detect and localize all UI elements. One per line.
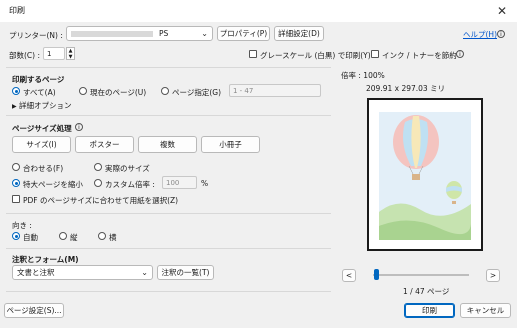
tab-poster[interactable]: ポスター (75, 136, 134, 153)
sizing-info-icon[interactable]: i (75, 123, 83, 131)
copies-input[interactable]: 1 (43, 47, 65, 60)
pdf-paper-checkbox[interactable] (12, 195, 20, 203)
pages-all-label: すべて(A) (23, 88, 56, 97)
tab-booklet[interactable]: 小冊子 (201, 136, 260, 153)
printer-selected-suffix: PS (159, 29, 169, 38)
chevron-down-icon: ⌄ (201, 28, 208, 38)
printer-label: プリンター(N) : (9, 31, 63, 40)
fit-radio[interactable] (12, 163, 20, 171)
help-link[interactable]: ヘルプ(H) (463, 29, 497, 40)
cancel-button[interactable]: キャンセル (460, 303, 511, 318)
pages-all-radio[interactable] (12, 87, 20, 95)
pages-range-radio[interactable] (161, 87, 169, 95)
tab-multiple[interactable]: 複数 (138, 136, 197, 153)
summarize-comments-button[interactable]: 注釈の一覧(T) (157, 265, 214, 280)
title-bar (0, 0, 517, 22)
properties-button[interactable]: プロパティ(P) (217, 26, 270, 41)
comments-title: 注釈とフォーム(M) (12, 255, 79, 264)
shrink-label: 特大ページを縮小 (23, 180, 83, 189)
grayscale-label: グレースケール (白黒) で印刷(Y) (260, 51, 371, 60)
info-icon[interactable]: i (497, 30, 505, 38)
print-button[interactable]: 印刷 (404, 303, 455, 318)
next-page-button[interactable]: > (486, 269, 500, 282)
orientation-auto-radio[interactable] (12, 232, 20, 240)
copies-stepper[interactable]: ▲ ▼ (66, 47, 75, 60)
balloon-basket (412, 174, 420, 180)
zoom-label: 倍率 : 100% (341, 71, 385, 80)
more-options-toggle[interactable]: ▶ 詳細オプション (12, 100, 72, 111)
actual-size-label: 実際のサイズ (105, 164, 150, 173)
printer-name-redacted (71, 30, 153, 37)
divider (6, 213, 331, 214)
orientation-landscape-label: 横 (109, 233, 117, 242)
advanced-button[interactable]: 詳細設定(D) (274, 26, 324, 41)
pages-current-radio[interactable] (79, 87, 87, 95)
prev-page-button[interactable]: < (342, 269, 356, 282)
pages-range-input[interactable]: 1 - 47 (229, 84, 321, 97)
chevron-down-icon: ⌄ (141, 267, 148, 277)
custom-scale-input[interactable]: 100 (162, 176, 197, 189)
comments-select[interactable]: 文書と注釈 ⌄ (12, 265, 153, 280)
actual-size-radio[interactable] (94, 163, 102, 171)
save-ink-checkbox[interactable] (371, 50, 379, 58)
page-setup-button[interactable]: ページ設定(S)... (4, 303, 64, 318)
pages-current-label: 現在のページ(U) (90, 88, 147, 97)
orientation-auto-label: 自動 (23, 233, 38, 242)
pages-range-label: ページ指定(G) (172, 88, 222, 97)
divider (6, 248, 331, 249)
page-counter: 1 / 47 ページ (403, 287, 450, 296)
orientation-portrait-label: 縦 (70, 233, 78, 242)
divider (6, 291, 331, 292)
page-sizing-title: ページサイズ処理 (12, 124, 72, 133)
pages-section-title: 印刷するページ (12, 75, 65, 84)
custom-scale-label: カスタム倍率 : (105, 180, 155, 189)
percent-label: % (201, 179, 209, 188)
window-title: 印刷 (9, 6, 25, 15)
caret-right-icon: ▶ (12, 103, 17, 110)
more-options-label: 詳細オプション (19, 101, 72, 110)
save-ink-label: インク / トナーを節約 (382, 51, 457, 60)
tab-size[interactable]: サイズ(I) (12, 136, 71, 153)
preview-image (379, 112, 471, 240)
close-icon[interactable]: ✕ (493, 2, 511, 20)
comments-selected: 文書と注釈 (17, 268, 55, 277)
pdf-paper-label: PDF のページサイズに合わせて用紙を選択(Z) (23, 196, 179, 205)
page-preview (367, 98, 483, 251)
shrink-radio[interactable] (12, 179, 20, 187)
balloon-small-basket (452, 201, 456, 204)
page-size-label: 209.91 x 297.03 ミリ (366, 84, 446, 93)
grayscale-checkbox[interactable] (249, 50, 257, 58)
ink-info-icon[interactable]: i (456, 50, 464, 58)
orientation-portrait-radio[interactable] (59, 232, 67, 240)
divider (6, 67, 331, 68)
fit-label: 合わせる(F) (23, 164, 64, 173)
custom-scale-radio[interactable] (94, 179, 102, 187)
orientation-landscape-radio[interactable] (98, 232, 106, 240)
copies-label: 部数(C) : (9, 51, 40, 60)
divider (6, 115, 331, 116)
printer-select[interactable]: PS ⌄ (66, 26, 213, 41)
orientation-title: 向き : (12, 221, 32, 230)
page-slider-track[interactable] (373, 274, 469, 276)
page-slider-thumb[interactable] (374, 269, 379, 280)
